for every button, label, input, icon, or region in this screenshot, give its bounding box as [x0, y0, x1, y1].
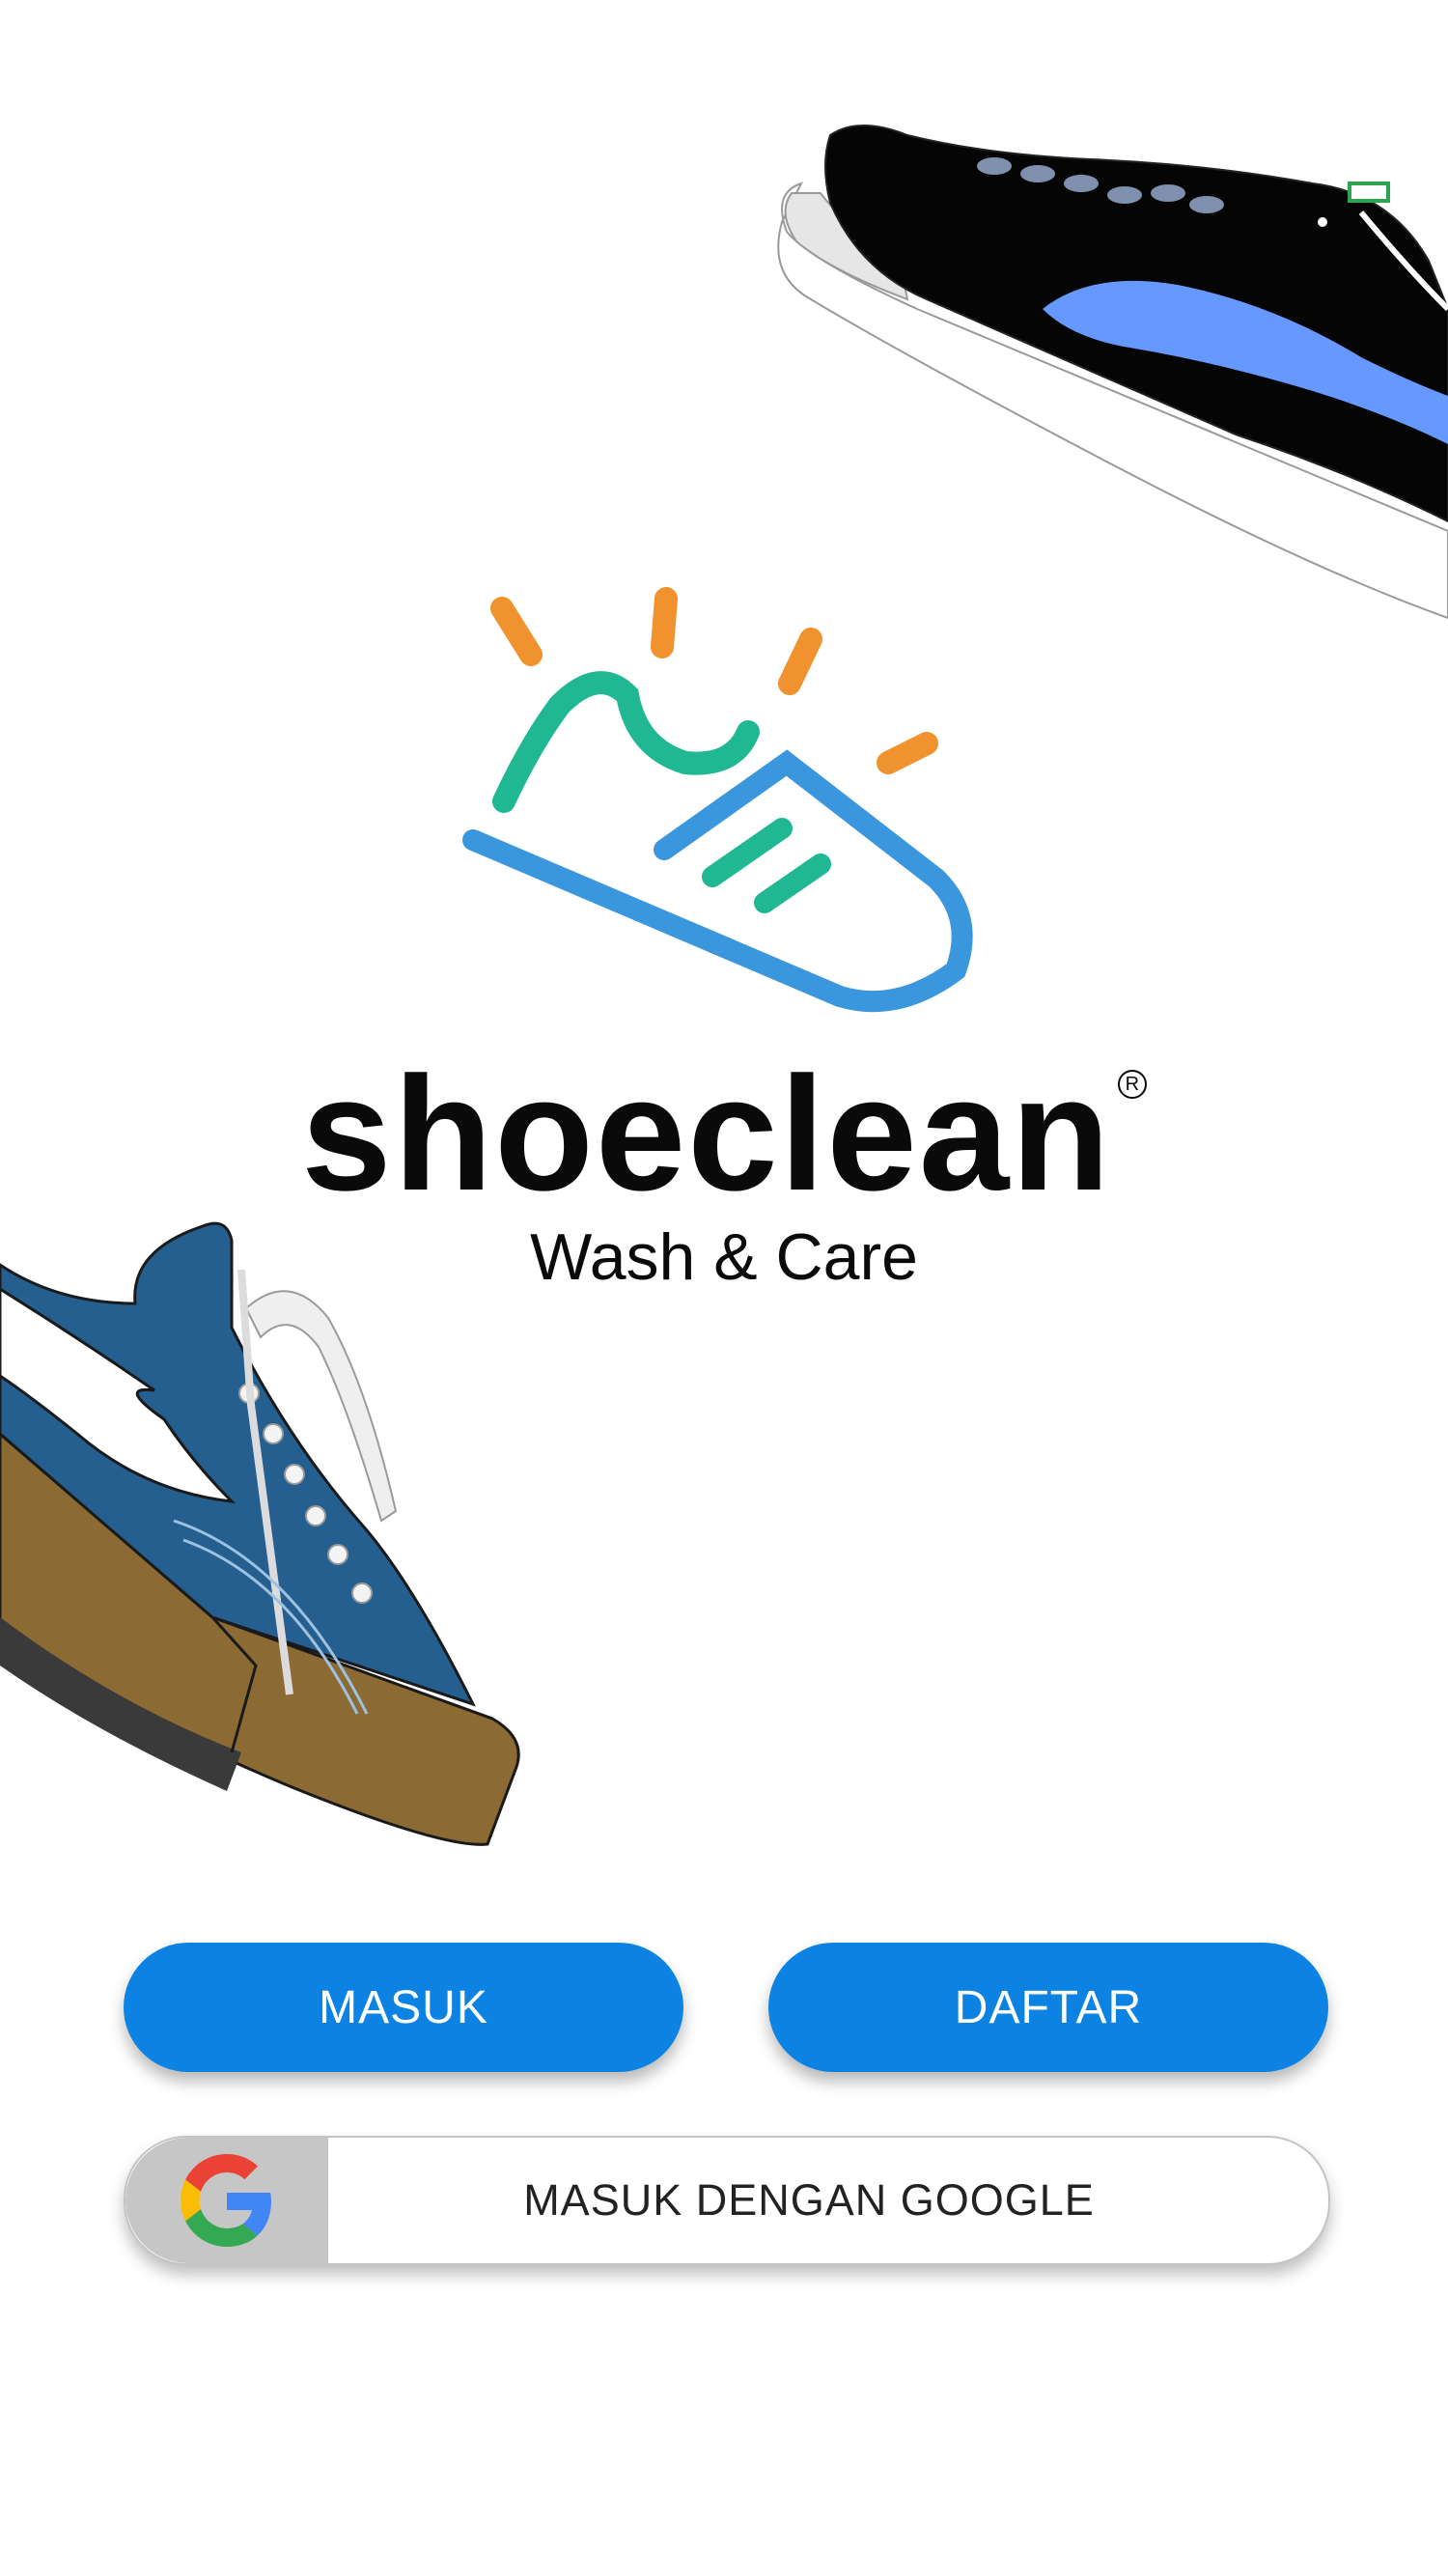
welcome-screen: shoeclean R Wash & Care MASUK DAFTAR MASU…	[0, 0, 1448, 2576]
register-button[interactable]: DAFTAR	[768, 1943, 1328, 2072]
black-sneaker-illustration	[777, 125, 1448, 620]
google-login-button[interactable]: MASUK DENGAN GOOGLE	[124, 2136, 1330, 2265]
blue-sneaker-illustration	[0, 1221, 520, 1846]
login-button[interactable]: MASUK	[124, 1943, 683, 2072]
google-login-label: MASUK DENGAN GOOGLE	[523, 2175, 1095, 2225]
google-badge	[125, 2138, 328, 2263]
register-button-label: DAFTAR	[954, 1981, 1143, 2033]
brand-name: shoeclean R	[0, 1052, 1448, 1215]
login-button-label: MASUK	[319, 1981, 488, 2033]
registered-mark-icon: R	[1117, 1070, 1147, 1099]
brand-name-text: shoeclean	[301, 1043, 1112, 1224]
google-icon	[181, 2154, 271, 2247]
brand-tagline: Wash & Care	[530, 1220, 918, 1294]
shoe-logo-icon	[462, 587, 973, 1013]
